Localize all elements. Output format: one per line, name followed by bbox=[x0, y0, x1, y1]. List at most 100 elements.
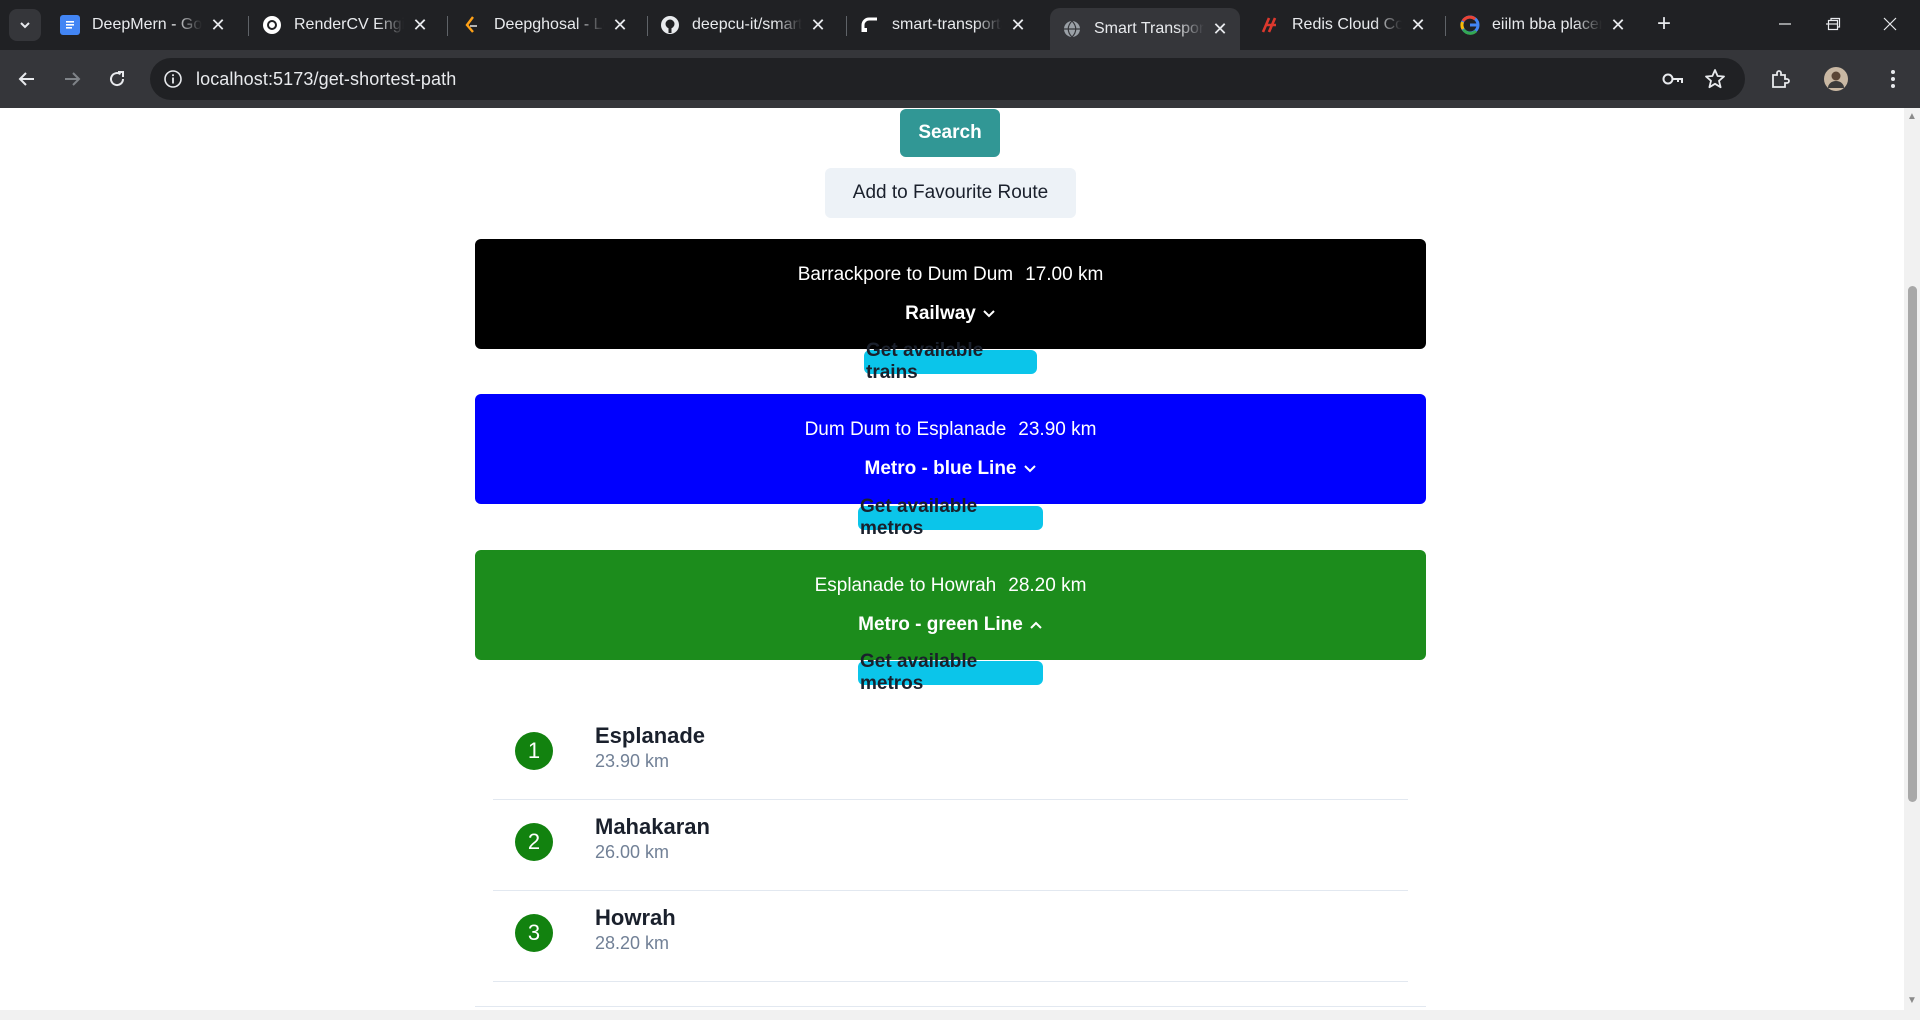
tab-github[interactable]: deepcu-it/smart-transportation ✕ bbox=[648, 8, 838, 42]
page-content: Search Add to Favourite Route Barrackpor… bbox=[0, 108, 1904, 1010]
horizontal-scrollbar[interactable] bbox=[0, 1010, 1920, 1020]
tab-separator bbox=[1445, 16, 1446, 36]
reload-button[interactable] bbox=[99, 61, 135, 97]
tab-leetcode[interactable]: Deepghosal - LeetCode ✕ bbox=[450, 8, 640, 42]
tab-render[interactable]: smart-transportation ✕ bbox=[848, 8, 1038, 42]
get-available-metros-button[interactable]: Get available metros bbox=[858, 651, 1043, 694]
forward-button[interactable] bbox=[54, 61, 90, 97]
kebab-menu-icon bbox=[1891, 70, 1895, 88]
stop-name: Howrah bbox=[595, 905, 676, 930]
close-icon bbox=[1883, 17, 1897, 31]
restore-window-button[interactable] bbox=[1806, 0, 1862, 48]
segment-summary: Esplanade to Howrah 28.20 km bbox=[475, 575, 1426, 597]
tab-separator bbox=[846, 16, 847, 36]
get-available-metros-button[interactable]: Get available metros bbox=[858, 496, 1043, 539]
list-item: 3 Howrah 28.20 km bbox=[493, 891, 1408, 982]
stop-index-badge: 1 bbox=[515, 732, 553, 770]
divider bbox=[475, 1006, 1426, 1007]
site-info-icon[interactable] bbox=[162, 68, 184, 90]
tab-strip: DeepMern - Google Docs ✕ RenderCV Engine… bbox=[0, 0, 1920, 50]
tab-redis[interactable]: Redis Cloud Console ✕ bbox=[1248, 8, 1438, 42]
browser-toolbar: localhost:5173/get-shortest-path bbox=[0, 50, 1920, 108]
close-window-button[interactable] bbox=[1862, 0, 1918, 48]
chevron-down-icon bbox=[20, 22, 30, 29]
tab-title: eiilm bba placement bbox=[1492, 16, 1602, 33]
chevron-down-icon bbox=[982, 307, 996, 321]
tab-smart-transportation[interactable]: Smart Transportation ✕ bbox=[1050, 8, 1240, 50]
close-icon[interactable]: ✕ bbox=[1210, 19, 1230, 39]
segment-mode-toggle[interactable]: Metro - blue Line bbox=[475, 458, 1426, 480]
close-icon[interactable]: ✕ bbox=[1608, 15, 1628, 35]
tab-title: Redis Cloud Console bbox=[1292, 16, 1402, 33]
extensions-button[interactable] bbox=[1762, 61, 1798, 97]
route-segment-railway: Barrackpore to Dum Dum 17.00 km Railway bbox=[475, 239, 1426, 349]
get-available-trains-button[interactable]: Get available trains bbox=[864, 340, 1037, 383]
scrollbar-thumb[interactable] bbox=[1908, 286, 1917, 802]
stop-distance: 28.20 km bbox=[595, 933, 670, 953]
bookmark-star-icon[interactable] bbox=[1703, 67, 1727, 96]
leetcode-icon bbox=[462, 15, 482, 35]
url-text[interactable]: localhost:5173/get-shortest-path bbox=[196, 69, 456, 90]
scroll-down-arrow-icon[interactable]: ▼ bbox=[1907, 996, 1917, 1006]
list-item: 2 Mahakaran 26.00 km bbox=[493, 800, 1408, 891]
password-key-icon[interactable] bbox=[1661, 68, 1685, 95]
tab-rendercv[interactable]: RenderCV Engine ✕ bbox=[250, 8, 440, 42]
stop-name: Esplanade bbox=[595, 723, 706, 748]
close-icon[interactable]: ✕ bbox=[1408, 15, 1428, 35]
new-tab-button[interactable]: + bbox=[1650, 10, 1678, 38]
tab-title: Smart Transportation bbox=[1094, 20, 1204, 37]
segment-mode-toggle[interactable]: Metro - green Line bbox=[475, 614, 1426, 636]
close-icon[interactable]: ✕ bbox=[610, 15, 630, 35]
tab-separator bbox=[447, 16, 448, 36]
segment-distance: 17.00 km bbox=[1025, 264, 1104, 285]
profile-avatar[interactable] bbox=[1818, 61, 1854, 97]
list-item: 1 Esplanade 23.90 km bbox=[493, 709, 1408, 800]
back-button[interactable] bbox=[9, 61, 45, 97]
close-icon[interactable]: ✕ bbox=[1008, 15, 1028, 35]
tab-deepmern[interactable]: DeepMern - Google Docs ✕ bbox=[48, 8, 238, 42]
github-icon bbox=[660, 15, 680, 35]
render-icon bbox=[860, 15, 880, 35]
stop-index-badge: 2 bbox=[515, 823, 553, 861]
avatar-icon bbox=[1824, 67, 1848, 91]
tab-title: DeepMern - Google Docs bbox=[92, 16, 202, 33]
rendercv-icon bbox=[262, 15, 282, 35]
search-button[interactable]: Search bbox=[900, 109, 1000, 157]
tab-title: Deepghosal - LeetCode bbox=[494, 16, 604, 33]
stop-distance: 26.00 km bbox=[595, 842, 670, 862]
minimize-window-button[interactable] bbox=[1757, 0, 1813, 48]
vertical-scrollbar[interactable]: ▲ ▼ bbox=[1904, 108, 1920, 1010]
minimize-icon bbox=[1779, 23, 1791, 25]
google-docs-icon bbox=[60, 15, 80, 35]
browser-menu-button[interactable] bbox=[1875, 61, 1911, 97]
chevron-down-icon bbox=[1023, 462, 1037, 476]
close-icon[interactable]: ✕ bbox=[410, 15, 430, 35]
segment-route: Dum Dum to Esplanade bbox=[804, 419, 1007, 440]
tab-title: deepcu-it/smart-transportation bbox=[692, 16, 802, 33]
puzzle-icon bbox=[1772, 70, 1790, 88]
tab-title: smart-transportation bbox=[892, 16, 1002, 33]
tab-google[interactable]: eiilm bba placement ✕ bbox=[1448, 8, 1638, 42]
stop-name: Mahakaran bbox=[595, 814, 710, 839]
add-favourite-route-button[interactable]: Add to Favourite Route bbox=[825, 168, 1076, 218]
address-bar[interactable]: localhost:5173/get-shortest-path bbox=[150, 58, 1745, 100]
segment-mode-toggle[interactable]: Railway bbox=[475, 303, 1426, 325]
segment-mode: Metro - green Line bbox=[858, 614, 1023, 635]
tab-search-button[interactable] bbox=[9, 9, 41, 41]
close-icon[interactable]: ✕ bbox=[208, 15, 228, 35]
segment-distance: 23.90 km bbox=[1018, 419, 1097, 440]
arrow-right-icon bbox=[65, 72, 81, 86]
restore-icon bbox=[1827, 17, 1841, 31]
google-icon bbox=[1460, 15, 1480, 35]
arrow-left-icon bbox=[18, 72, 34, 86]
stops-list: 1 Esplanade 23.90 km 2 Mahakaran 26.00 k… bbox=[493, 709, 1408, 982]
segment-mode: Railway bbox=[905, 303, 976, 324]
globe-icon bbox=[1062, 19, 1082, 39]
segment-summary: Dum Dum to Esplanade 23.90 km bbox=[475, 419, 1426, 441]
reload-icon bbox=[110, 71, 125, 87]
redis-icon bbox=[1260, 15, 1280, 35]
close-icon[interactable]: ✕ bbox=[808, 15, 828, 35]
route-segment-metro-green: Esplanade to Howrah 28.20 km Metro - gree… bbox=[475, 550, 1426, 660]
scroll-up-arrow-icon[interactable]: ▲ bbox=[1907, 112, 1917, 122]
tab-separator bbox=[248, 16, 249, 36]
